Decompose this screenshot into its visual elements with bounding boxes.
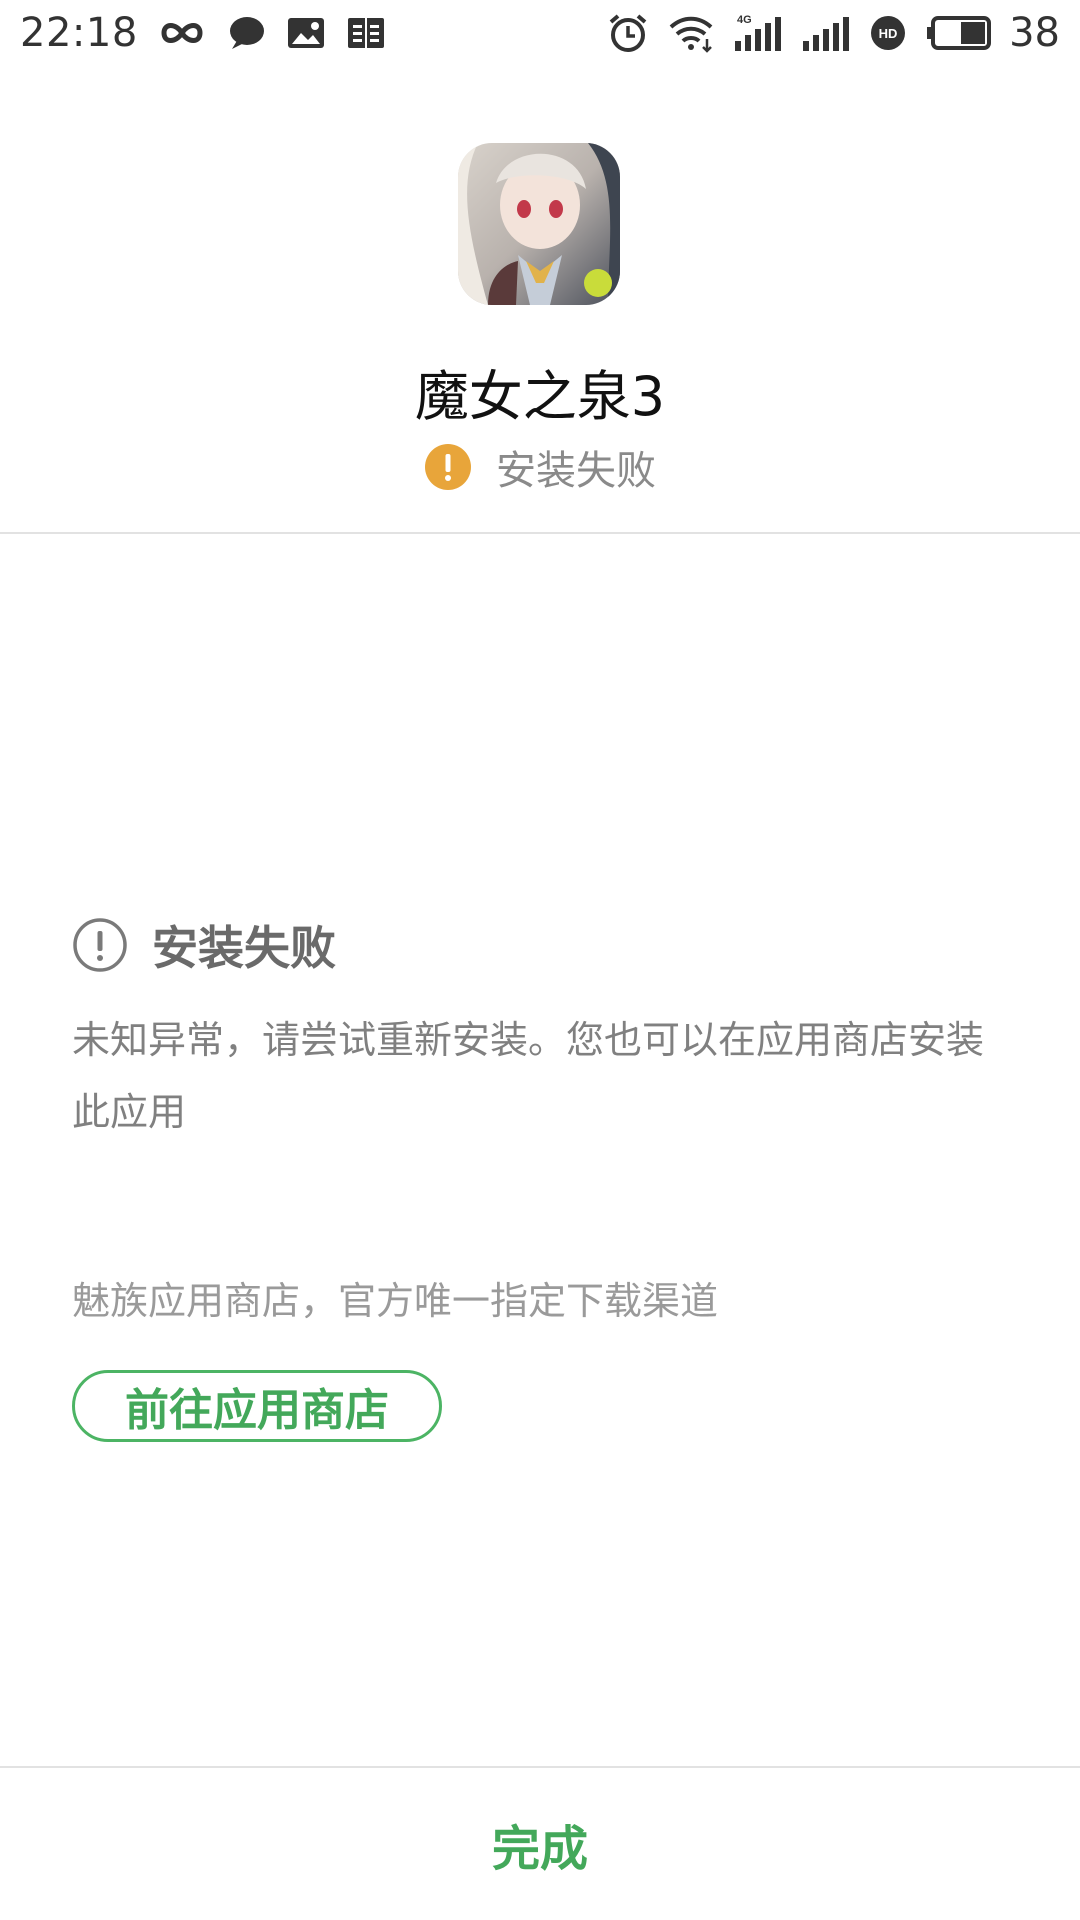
hd-icon: HD xyxy=(871,16,906,50)
signal-4g-icon: 4G xyxy=(735,14,782,51)
svg-text:4G: 4G xyxy=(737,14,752,26)
store-note: 魅族应用商店，官方唯一指定下载渠道 xyxy=(72,1279,719,1323)
status-bar: 22:18 4G HD 38 xyxy=(0,0,1080,66)
alarm-icon xyxy=(609,14,647,52)
alert-circle-icon xyxy=(73,918,127,972)
app-icon xyxy=(458,143,620,305)
status-bar-right: 4G HD 38 xyxy=(607,0,1060,66)
status-bar-left: 22:18 xyxy=(20,0,386,66)
app-artwork xyxy=(458,143,620,305)
go-to-app-store-button[interactable]: 前往应用商店 xyxy=(72,1370,442,1442)
status-time: 22:18 xyxy=(20,10,138,56)
go-to-app-store-label: 前往应用商店 xyxy=(125,1385,389,1436)
header-divider xyxy=(0,532,1080,534)
infinity-icon xyxy=(161,23,203,43)
failure-message: 未知异常，请尝试重新安装。您也可以在应用商店安装此应用 xyxy=(72,1018,985,1134)
done-label: 完成 xyxy=(491,1821,588,1877)
done-button[interactable]: 完成 xyxy=(0,1768,1080,1920)
reader-icon xyxy=(347,18,384,48)
signal-icon xyxy=(803,17,850,51)
battery-level-text: 38 xyxy=(1009,10,1060,56)
app-name: 魔女之泉3 xyxy=(414,365,666,428)
wifi-icon xyxy=(669,16,713,53)
install-status: 安装失败 xyxy=(0,438,1080,496)
battery-icon xyxy=(927,16,992,50)
chat-bubble-icon xyxy=(229,17,264,49)
svg-text:HD: HD xyxy=(879,26,898,41)
failure-header: 安装失败 xyxy=(72,912,336,978)
image-icon xyxy=(287,18,324,48)
failure-title: 安装失败 xyxy=(152,921,336,975)
install-status-text: 安装失败 xyxy=(496,448,656,494)
warning-icon xyxy=(425,444,471,490)
